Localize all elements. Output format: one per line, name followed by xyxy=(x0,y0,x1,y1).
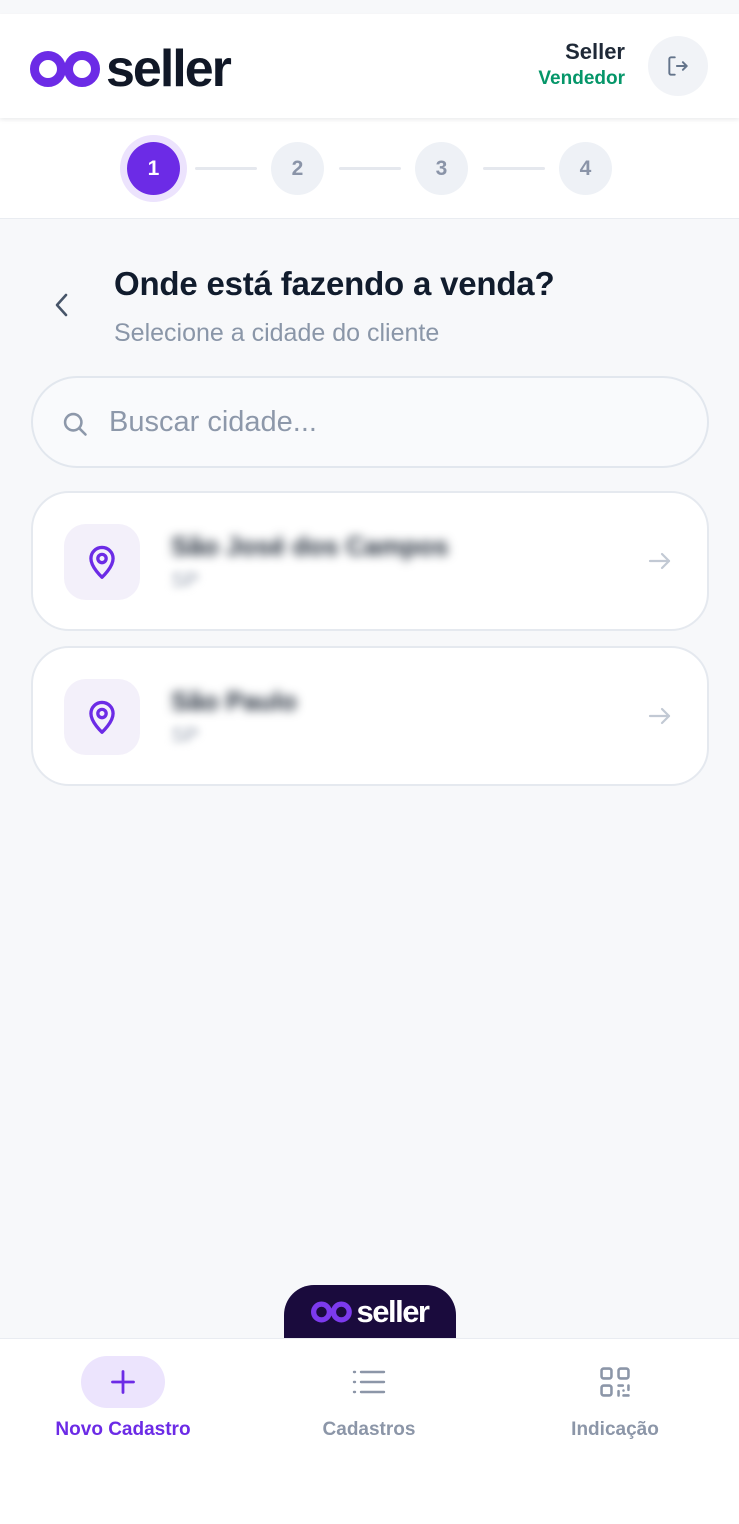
pin-badge xyxy=(64,524,140,600)
app-header: seller Seller Vendedor xyxy=(0,14,739,118)
step-3: 3 xyxy=(415,142,468,195)
step-2: 2 xyxy=(271,142,324,195)
step-connector xyxy=(339,167,401,170)
nav-icon-pill xyxy=(327,1356,411,1408)
status-bar-area xyxy=(0,0,739,14)
user-info: Seller Vendedor xyxy=(538,38,625,92)
arrow-right-icon xyxy=(648,707,671,725)
city-state: SP xyxy=(171,569,200,592)
logo-text: seller xyxy=(106,40,232,98)
page-subtitle: Selecione a cidade do cliente xyxy=(114,319,440,347)
bottom-navigation: Novo Cadastro Cadastros Indicação xyxy=(0,1338,739,1524)
nav-label: Novo Cadastro xyxy=(55,1419,191,1440)
city-name: São José dos Campos xyxy=(171,531,449,561)
brand-tab-text: seller xyxy=(356,1294,430,1329)
nav-cadastros[interactable]: Cadastros xyxy=(246,1339,492,1459)
logout-button[interactable] xyxy=(648,36,708,96)
page-title: Onde está fazendo a venda? xyxy=(114,265,555,302)
step-4: 4 xyxy=(559,142,612,195)
nav-label: Indicação xyxy=(571,1419,659,1440)
nav-novo-cadastro[interactable]: Novo Cadastro xyxy=(0,1339,246,1459)
map-pin-icon xyxy=(89,545,115,579)
search-input[interactable] xyxy=(109,400,669,444)
progress-stepper: 1 2 3 4 xyxy=(0,118,739,219)
step-connector xyxy=(483,167,545,170)
chevron-left-icon xyxy=(55,293,68,317)
step-1: 1 xyxy=(127,142,180,195)
step-connector xyxy=(195,167,257,170)
user-name: Seller xyxy=(565,39,625,64)
back-button[interactable] xyxy=(44,285,80,325)
user-role: Vendedor xyxy=(538,68,625,89)
infinity-logo-icon xyxy=(311,1301,353,1323)
city-name: São Paulo xyxy=(171,686,297,716)
logout-icon xyxy=(668,56,688,76)
list-icon xyxy=(352,1370,386,1394)
nav-icon-pill xyxy=(81,1356,165,1408)
city-card[interactable]: São José dos Campos SP xyxy=(31,491,709,631)
nav-label: Cadastros xyxy=(322,1419,416,1440)
infinity-logo-icon xyxy=(30,51,100,87)
qr-code-icon xyxy=(600,1367,630,1397)
search-box[interactable] xyxy=(31,376,709,468)
city-state: SP xyxy=(171,724,200,747)
plus-icon xyxy=(111,1370,135,1394)
city-card[interactable]: São Paulo SP xyxy=(31,646,709,786)
seller-logo[interactable]: seller xyxy=(30,40,232,98)
arrow-right-icon xyxy=(648,552,671,570)
map-pin-icon xyxy=(89,700,115,734)
nav-icon-pill xyxy=(573,1356,657,1408)
nav-indicacao[interactable]: Indicação xyxy=(492,1339,738,1459)
pin-badge xyxy=(64,679,140,755)
brand-tab: seller xyxy=(284,1285,456,1339)
search-icon xyxy=(63,412,87,436)
